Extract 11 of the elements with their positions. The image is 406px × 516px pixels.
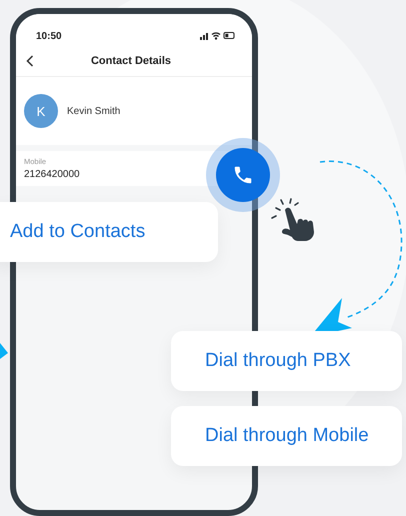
- back-icon[interactable]: [26, 55, 34, 67]
- phone-number: 2126420000: [24, 169, 81, 180]
- option-card[interactable]: Add to Contacts: [0, 202, 218, 262]
- screen-title: Contact Details: [90, 55, 172, 67]
- option-card[interactable]: Dial through Mobile: [171, 406, 402, 466]
- option-card[interactable]: Dial through PBX: [171, 331, 402, 391]
- phone-icon: [232, 164, 254, 186]
- arrowhead-icon: [0, 343, 8, 359]
- contact-name: Kevin Smith: [67, 106, 120, 116]
- status-time: 10:50: [36, 30, 62, 42]
- contact-avatar: K: [24, 94, 58, 128]
